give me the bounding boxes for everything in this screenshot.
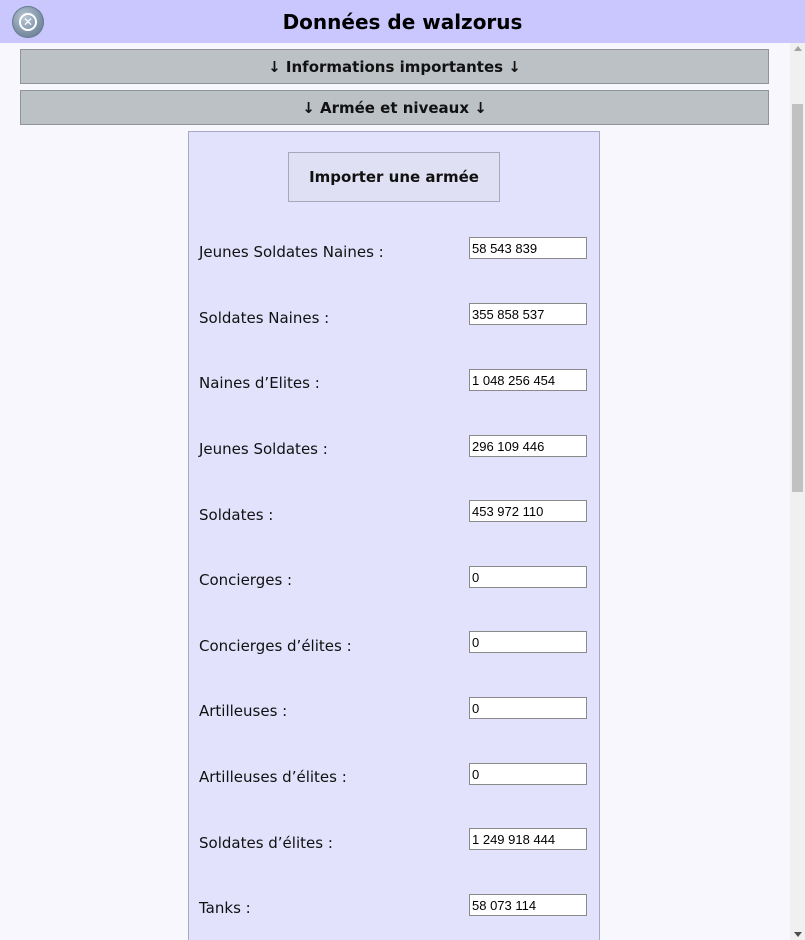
data-dialog: ✕ Données de walzorus ↓ Informations imp… (0, 0, 805, 940)
import-army-button[interactable]: Importer une armée (288, 152, 500, 202)
army-row-input[interactable] (469, 435, 587, 457)
section-toggle-army-levels[interactable]: ↓ Armée et niveaux ↓ (20, 90, 769, 125)
army-row-label: Jeunes Soldates : (199, 440, 328, 458)
army-row-input[interactable] (469, 631, 587, 653)
army-row-label: Jeunes Soldates Naines : (199, 243, 384, 261)
army-row-label: Soldates : (199, 506, 274, 524)
close-circle-icon: ✕ (19, 13, 37, 31)
army-row-label: Soldates Naines : (199, 309, 330, 327)
army-row-label: Artilleuses : (199, 702, 288, 720)
dialog-title: Données de walzorus (282, 9, 523, 34)
army-row-input[interactable] (469, 894, 587, 916)
army-row-label: Soldates d’élites : (199, 834, 333, 852)
close-button[interactable]: ✕ (12, 6, 44, 38)
army-row-input[interactable] (469, 828, 587, 850)
army-row-label: Artilleuses d’élites : (199, 768, 347, 786)
scroll-up-arrow-icon[interactable] (794, 46, 802, 51)
vertical-scrollbar[interactable] (790, 43, 805, 940)
army-row-label: Tanks : (199, 899, 251, 917)
army-row-input[interactable] (469, 303, 587, 325)
army-panel: Importer une armée Jeunes Soldates Naine… (188, 131, 600, 940)
army-row-input[interactable] (469, 500, 587, 522)
army-row-input[interactable] (469, 697, 587, 719)
army-row-input[interactable] (469, 237, 587, 259)
scroll-down-arrow-icon[interactable] (794, 932, 802, 937)
army-row-input[interactable] (469, 763, 587, 785)
army-row-input[interactable] (469, 566, 587, 588)
army-row-label: Naines d’Elites : (199, 374, 320, 392)
army-row-label: Concierges : (199, 571, 293, 589)
section-toggle-important-info[interactable]: ↓ Informations importantes ↓ (20, 49, 769, 84)
scrollbar-thumb[interactable] (792, 104, 803, 492)
army-row-label: Concierges d’élites : (199, 637, 352, 655)
dialog-titlebar: ✕ Données de walzorus (0, 0, 805, 43)
army-row-input[interactable] (469, 369, 587, 391)
